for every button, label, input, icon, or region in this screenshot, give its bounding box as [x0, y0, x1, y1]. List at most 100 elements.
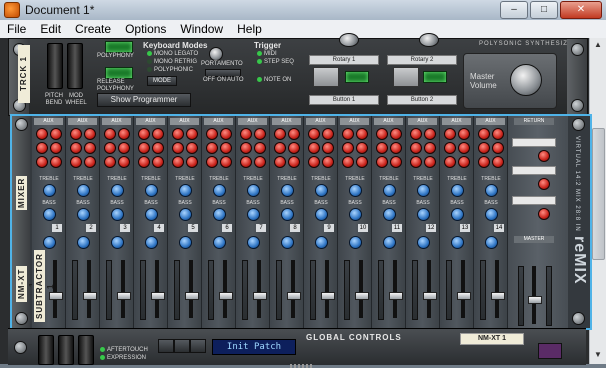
aux-send-knob[interactable]	[152, 128, 164, 140]
aux-send-knob[interactable]	[458, 142, 470, 154]
aux-send-knob[interactable]	[478, 142, 490, 154]
scroll-down-icon[interactable]: ▼	[592, 350, 604, 362]
bass-knob[interactable]	[349, 208, 362, 221]
aux-send-knob[interactable]	[206, 142, 218, 154]
aux-send-knob[interactable]	[288, 156, 300, 168]
aux-send-knob[interactable]	[492, 156, 504, 168]
minimize-button[interactable]: –	[500, 1, 528, 19]
aux-send-knob[interactable]	[172, 128, 184, 140]
mode-button[interactable]: MODE	[147, 76, 177, 86]
aux-send-knob[interactable]	[104, 156, 116, 168]
treble-knob[interactable]	[247, 184, 260, 197]
treble-knob[interactable]	[383, 184, 396, 197]
aux-send-knob[interactable]	[104, 142, 116, 154]
aux-send-knob[interactable]	[50, 156, 62, 168]
aux-send-knob[interactable]	[220, 156, 232, 168]
release-polyphony-display[interactable]	[105, 67, 133, 79]
treble-knob[interactable]	[485, 184, 498, 197]
aux-send-knob[interactable]	[458, 156, 470, 168]
treble-knob[interactable]	[315, 184, 328, 197]
aux-send-knob[interactable]	[206, 128, 218, 140]
mod-wheel[interactable]	[67, 43, 83, 89]
portamento-knob[interactable]	[209, 47, 223, 61]
keyboard-mode-option[interactable]: POLYPHONIC	[147, 67, 193, 73]
aux-send-knob[interactable]	[104, 128, 116, 140]
bottom-wheel[interactable]	[38, 335, 54, 365]
aux-send-knob[interactable]	[138, 142, 150, 154]
aux-send-knob[interactable]	[492, 128, 504, 140]
aux-send-knob[interactable]	[390, 142, 402, 154]
pan-knob[interactable]	[451, 236, 464, 249]
aux-send-knob[interactable]	[376, 142, 388, 154]
bass-knob[interactable]	[111, 208, 124, 221]
channel-fader[interactable]	[423, 292, 437, 300]
aux-send-knob[interactable]	[478, 156, 490, 168]
aux-send-knob[interactable]	[410, 128, 422, 140]
aux-send-knob[interactable]	[424, 128, 436, 140]
return-knob[interactable]	[538, 150, 550, 162]
pan-knob[interactable]	[417, 236, 430, 249]
aux-send-knob[interactable]	[274, 128, 286, 140]
aux-send-knob[interactable]	[118, 156, 130, 168]
resize-grip[interactable]	[290, 364, 314, 368]
pan-knob[interactable]	[383, 236, 396, 249]
scroll-up-icon[interactable]: ▲	[592, 40, 604, 52]
menu-file[interactable]: File	[0, 22, 33, 36]
channel-fader[interactable]	[219, 292, 233, 300]
treble-knob[interactable]	[77, 184, 90, 197]
bottom-display[interactable]	[538, 343, 562, 359]
aux-send-knob[interactable]	[424, 142, 436, 154]
channel-fader[interactable]	[253, 292, 267, 300]
aux-send-knob[interactable]	[36, 156, 48, 168]
bass-knob[interactable]	[383, 208, 396, 221]
keyboard-mode-option[interactable]: MONO LEGATO	[147, 51, 198, 57]
menu-help[interactable]: Help	[230, 22, 269, 36]
treble-knob[interactable]	[451, 184, 464, 197]
return-knob[interactable]	[538, 208, 550, 220]
aux-send-knob[interactable]	[410, 156, 422, 168]
patch-save-button[interactable]	[190, 339, 206, 353]
aux-send-knob[interactable]	[444, 156, 456, 168]
bass-knob[interactable]	[417, 208, 430, 221]
pan-knob[interactable]	[485, 236, 498, 249]
pan-knob[interactable]	[43, 236, 56, 249]
close-button[interactable]: ✕	[560, 1, 602, 19]
patch-display[interactable]: Init Patch	[212, 339, 296, 355]
rotary2-knob[interactable]	[419, 33, 439, 47]
aux-send-knob[interactable]	[50, 128, 62, 140]
aux-send-knob[interactable]	[152, 156, 164, 168]
aux-send-knob[interactable]	[70, 142, 82, 154]
aux-send-knob[interactable]	[322, 142, 334, 154]
channel-fader[interactable]	[491, 292, 505, 300]
treble-knob[interactable]	[111, 184, 124, 197]
bass-knob[interactable]	[179, 208, 192, 221]
pan-knob[interactable]	[247, 236, 260, 249]
maximize-button[interactable]: □	[530, 1, 558, 19]
bass-knob[interactable]	[213, 208, 226, 221]
pan-knob[interactable]	[77, 236, 90, 249]
bass-knob[interactable]	[43, 208, 56, 221]
aux-send-knob[interactable]	[118, 128, 130, 140]
pan-knob[interactable]	[111, 236, 124, 249]
aux-send-knob[interactable]	[424, 156, 436, 168]
channel-fader[interactable]	[287, 292, 301, 300]
aux-send-knob[interactable]	[220, 142, 232, 154]
treble-knob[interactable]	[145, 184, 158, 197]
rotary1-knob[interactable]	[339, 33, 359, 47]
show-programmer-button[interactable]: Show Programmer	[97, 93, 191, 107]
treble-knob[interactable]	[349, 184, 362, 197]
aux-send-knob[interactable]	[288, 142, 300, 154]
aux-send-knob[interactable]	[206, 156, 218, 168]
aux-send-knob[interactable]	[342, 128, 354, 140]
button1-display[interactable]	[313, 67, 339, 87]
aux-send-knob[interactable]	[274, 156, 286, 168]
aux-send-knob[interactable]	[478, 128, 490, 140]
aux-send-knob[interactable]	[390, 128, 402, 140]
aux-send-knob[interactable]	[444, 142, 456, 154]
pan-knob[interactable]	[349, 236, 362, 249]
aux-send-knob[interactable]	[342, 156, 354, 168]
bass-knob[interactable]	[145, 208, 158, 221]
pan-knob[interactable]	[281, 236, 294, 249]
polyphony-display[interactable]	[105, 41, 133, 53]
pan-knob[interactable]	[179, 236, 192, 249]
